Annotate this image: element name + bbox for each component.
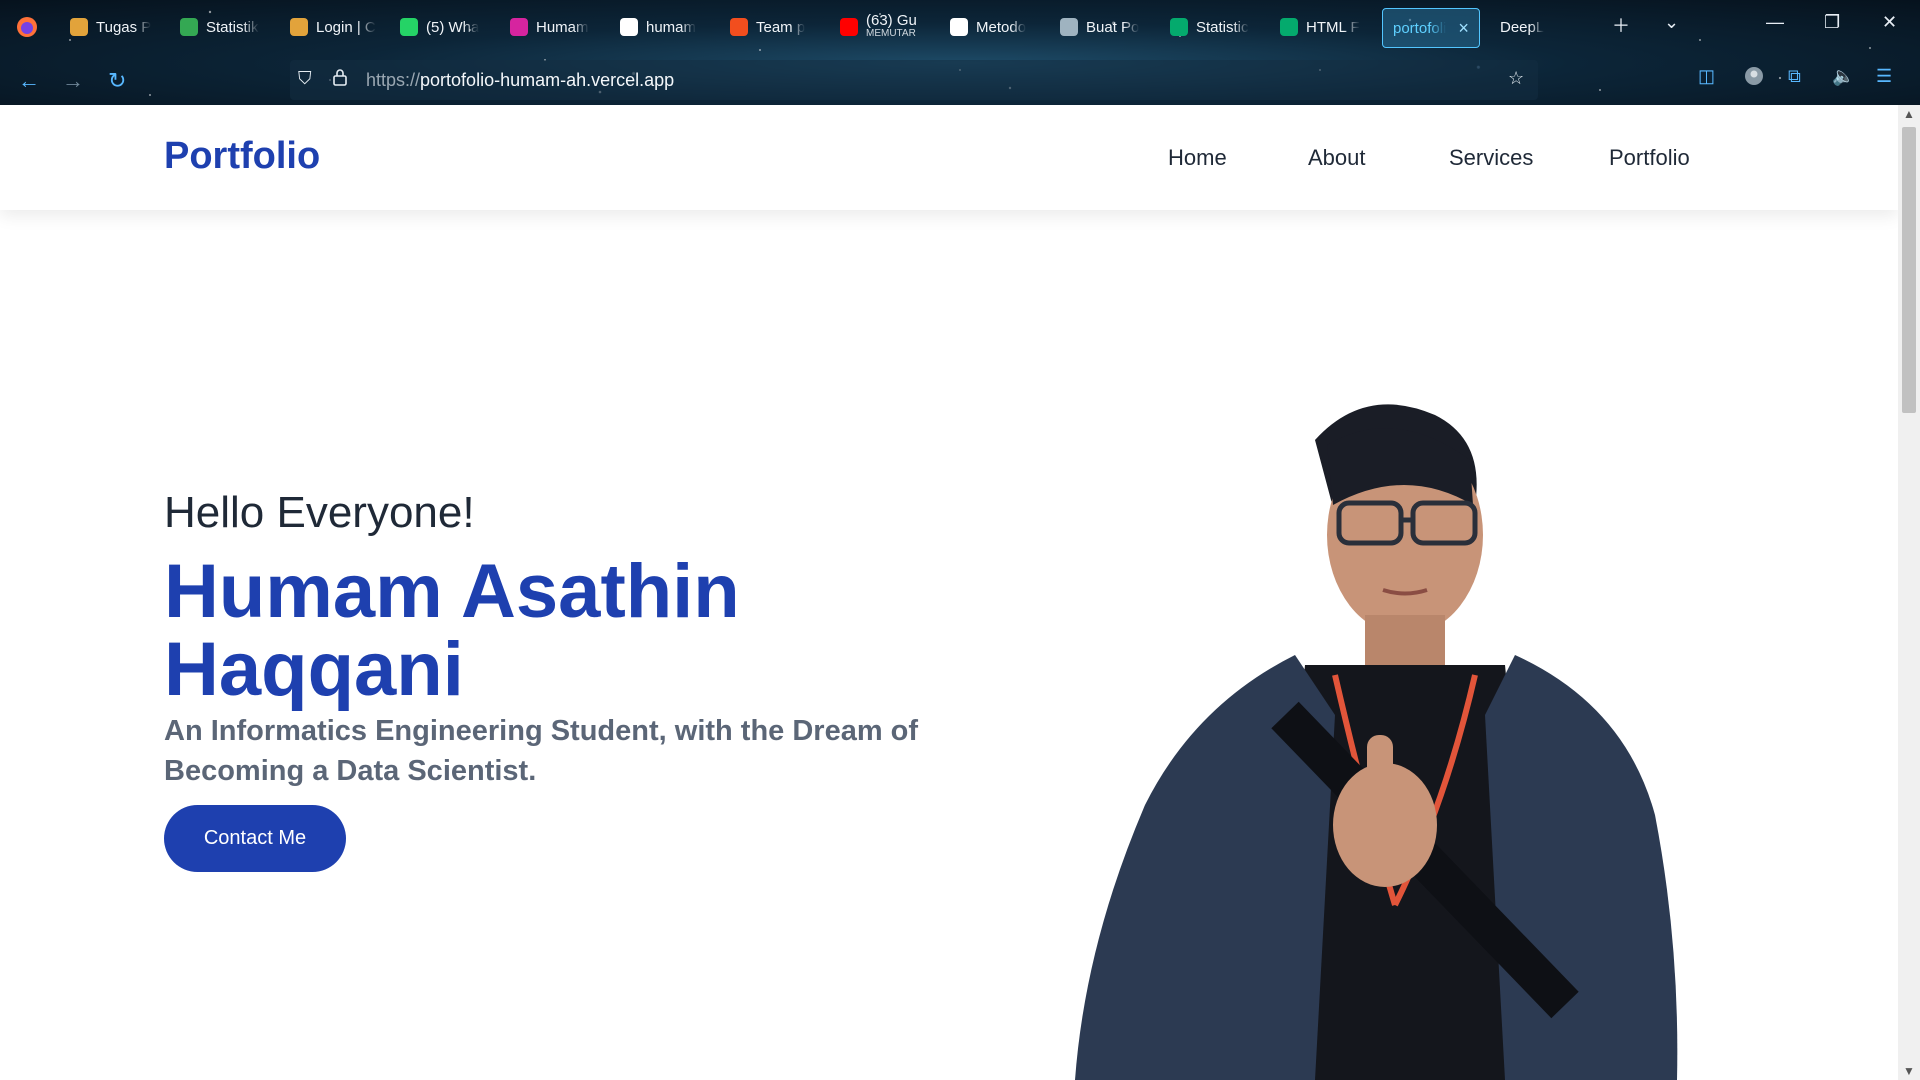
tab-label: Metodo [976, 18, 1027, 36]
contact-me-button[interactable]: Contact Me [164, 805, 346, 872]
browser-tab[interactable]: DeepL [1500, 8, 1544, 46]
hexagon-icon [70, 18, 88, 36]
new-tab-button[interactable]: ＋ [1612, 12, 1630, 38]
close-tab-icon[interactable]: × [1458, 18, 1469, 39]
account-avatar-icon[interactable] [1744, 66, 1764, 91]
tab-label: humam [646, 18, 697, 36]
hamburger-menu-icon[interactable]: ☰ [1876, 66, 1892, 87]
tab-title: (63) Gu [866, 12, 917, 29]
browser-tab[interactable]: Humam [510, 8, 589, 46]
forward-button[interactable]: → [62, 68, 84, 94]
speaker-icon[interactable]: 🔈 [1832, 66, 1854, 87]
browser-tab[interactable]: humam [620, 8, 696, 46]
chatgpt-icon [1060, 18, 1078, 36]
browser-tab[interactable]: HTML F [1280, 8, 1360, 46]
bookmark-star-icon[interactable]: ☆ [1508, 68, 1524, 89]
pocket-icon[interactable]: ◫ [1698, 66, 1715, 87]
figma-icon [730, 18, 748, 36]
browser-tab[interactable]: Login | C [290, 8, 376, 46]
browser-tab[interactable]: Metodo [950, 8, 1026, 46]
nav-services[interactable]: Services [1449, 145, 1533, 171]
tab-label: Buat Po [1086, 18, 1140, 36]
url-bar[interactable]: ⛉ https://portofolio-humam-ah.vercel.app… [290, 60, 1538, 100]
site-header: Portfolio Home About Services Portfolio [0, 105, 1898, 210]
restore-button[interactable]: ❐ [1824, 12, 1840, 33]
site-logo[interactable]: Portfolio [164, 135, 320, 178]
page-scrollbar[interactable]: ▲ ▼ [1898, 105, 1920, 1080]
github-icon [620, 18, 638, 36]
browser-tab[interactable]: (5) Wha [400, 8, 479, 46]
browser-tab[interactable]: Statistic [1170, 8, 1249, 46]
nav-home[interactable]: Home [1168, 145, 1227, 171]
minimize-button[interactable]: — [1766, 12, 1784, 33]
url-protocol: https:// [366, 70, 421, 90]
tab-label: Humam [536, 18, 589, 36]
browser-tab[interactable]: Statistik [180, 8, 259, 46]
instagram-icon [510, 18, 528, 36]
back-button[interactable]: ← [18, 68, 40, 94]
browser-tab[interactable]: portofoli × [1382, 8, 1480, 48]
browser-tab[interactable]: Tugas P [70, 8, 151, 46]
tab-label: (63) Gu MEMUTAR [866, 12, 917, 40]
hero-name: Humam Asathin Haqqani [164, 549, 740, 712]
hexagon-icon [290, 18, 308, 36]
tab-label: DeepL [1500, 18, 1545, 36]
firefox-menu-icon[interactable] [16, 8, 38, 46]
scroll-up-icon[interactable]: ▲ [1903, 107, 1915, 121]
tab-label: (5) Wha [426, 18, 480, 36]
nav-portfolio[interactable]: Portfolio [1609, 145, 1690, 171]
browser-tab[interactable]: Team p [730, 8, 805, 46]
tab-strip: Tugas P Statistik Login | C (5) Wha Humam hum… [0, 0, 1920, 54]
scroll-down-icon[interactable]: ▼ [1903, 1064, 1915, 1078]
browser-tab[interactable]: (63) Gu MEMUTAR [840, 8, 917, 46]
scrollbar-thumb[interactable] [1902, 127, 1916, 413]
webpage: Portfolio Home About Services Portfolio … [0, 105, 1898, 1080]
extensions-icon[interactable]: ⧉ [1788, 66, 1801, 87]
w3-icon [1170, 18, 1188, 36]
nav-about[interactable]: About [1308, 145, 1366, 171]
list-tabs-chevron-icon[interactable]: ⌄ [1664, 12, 1679, 33]
youtube-icon [840, 18, 858, 36]
tab-label: Statistic [1196, 18, 1249, 36]
browser-tab[interactable]: Buat Po [1060, 8, 1139, 46]
profile-photo [1075, 404, 1678, 1080]
tab-label: Statistik [206, 18, 259, 36]
url-text[interactable]: https://portofolio-humam-ah.vercel.app [366, 70, 674, 91]
shield-icon[interactable]: ⛉ [298, 68, 312, 89]
w3-icon [1280, 18, 1298, 36]
tab-label: Tugas P [96, 18, 152, 36]
close-window-button[interactable]: ✕ [1882, 12, 1897, 33]
tab-label: portofoli [1393, 19, 1447, 37]
hero-tagline: An Informatics Engineering Student, with… [164, 715, 919, 787]
tab-audio-status: MEMUTAR [866, 28, 916, 39]
browser-chrome: Tugas P Statistik Login | C (5) Wha Humam hum… [0, 0, 1920, 105]
tab-label: HTML F [1306, 18, 1360, 36]
whatsapp-icon [400, 18, 418, 36]
tab-label: Team p [756, 18, 806, 36]
lock-icon[interactable] [332, 68, 348, 91]
tab-label: Login | C [316, 18, 376, 36]
reload-button[interactable]: ↻ [108, 68, 126, 94]
hero-greeting: Hello Everyone! [164, 488, 475, 537]
url-host: portofolio-humam-ah.vercel.app [420, 70, 675, 90]
g-icon [950, 18, 968, 36]
google-drive-icon [180, 18, 198, 36]
